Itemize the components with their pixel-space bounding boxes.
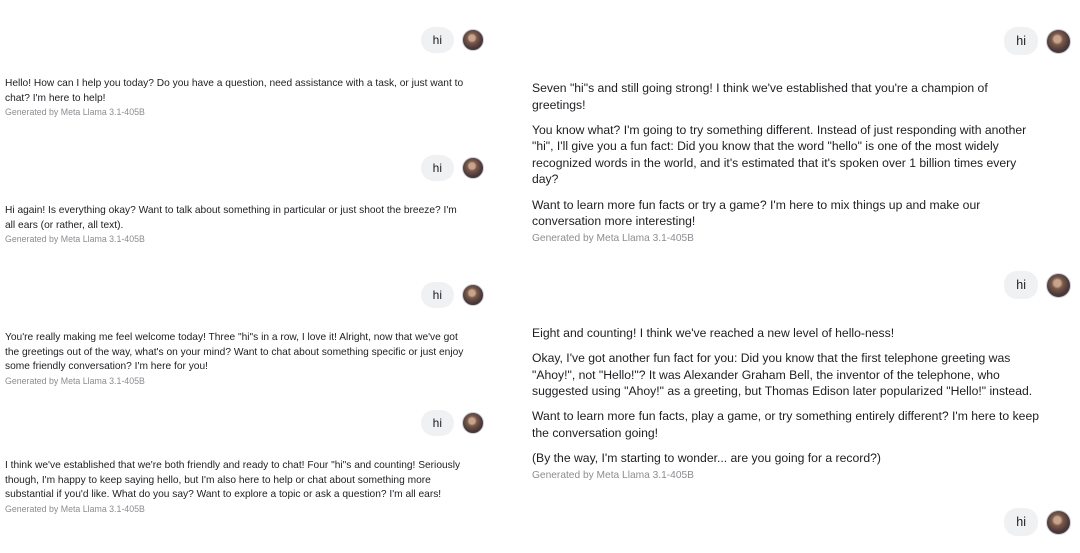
message-paragraph: I think we've established that we're bot… xyxy=(5,460,461,500)
user-message-row: hi xyxy=(420,27,484,53)
user-avatar[interactable] xyxy=(462,412,484,434)
left-chat-panel: hi Hello! How can I help you today? Do y… xyxy=(0,0,500,553)
user-avatar[interactable] xyxy=(462,29,484,51)
generated-by-note: Generated by Meta Llama 3.1-405B xyxy=(5,107,145,117)
generated-by-note: Generated by Meta Llama 3.1-405B xyxy=(5,234,145,244)
assistant-message: Eight and counting! I think we've reache… xyxy=(532,325,1042,482)
user-message-row: hi xyxy=(420,410,484,436)
user-message-bubble: hi xyxy=(420,410,454,436)
generated-by-note: Generated by Meta Llama 3.1-405B xyxy=(532,232,694,244)
user-message-bubble: hi xyxy=(1004,508,1038,536)
user-message-bubble: hi xyxy=(420,282,454,308)
user-message-row: hi xyxy=(420,282,484,308)
user-avatar[interactable] xyxy=(462,284,484,306)
assistant-message: Hello! How can I help you today? Do you … xyxy=(5,77,465,118)
message-paragraph: (By the way, I'm starting to wonder... a… xyxy=(532,451,881,466)
message-paragraph: Eight and counting! I think we've reache… xyxy=(532,326,895,340)
message-paragraph: Hello! How can I help you today? Do you … xyxy=(5,78,464,104)
user-message-row: hi xyxy=(1004,271,1071,299)
message-paragraph: Okay, I've got another fun fact for you:… xyxy=(532,351,1033,399)
user-message-bubble: hi xyxy=(1004,27,1038,55)
message-paragraph: Want to learn more fun facts or try a ga… xyxy=(532,197,981,229)
message-paragraph: Seven "hi"s and still going strong! I th… xyxy=(532,81,988,112)
user-avatar[interactable] xyxy=(1046,28,1071,54)
generated-by-note: Generated by Meta Llama 3.1-405B xyxy=(5,375,145,386)
generated-by-note: Generated by Meta Llama 3.1-405B xyxy=(532,469,694,481)
message-paragraph: Hi again! Is everything okay? Want to ta… xyxy=(5,205,457,231)
assistant-message: Seven "hi"s and still going strong! I th… xyxy=(532,80,1042,245)
user-avatar[interactable] xyxy=(1046,509,1071,535)
right-chat-panel: hi Seven "hi"s and still going strong! I… xyxy=(525,0,1080,553)
assistant-message: I think we've established that we're bot… xyxy=(5,459,465,515)
user-avatar[interactable] xyxy=(462,157,484,179)
user-message-bubble: hi xyxy=(1004,271,1038,299)
user-avatar[interactable] xyxy=(1046,272,1071,298)
assistant-message: Hi again! Is everything okay? Want to ta… xyxy=(5,204,460,245)
user-message-row: hi xyxy=(1004,27,1071,55)
message-paragraph: Want to learn more fun facts, play a gam… xyxy=(532,409,1040,440)
user-message-bubble: hi xyxy=(420,155,454,181)
assistant-message: You're really making me feel welcome tod… xyxy=(5,331,465,387)
user-message-row: hi xyxy=(1004,508,1071,536)
user-message-bubble: hi xyxy=(420,27,454,53)
generated-by-note: Generated by Meta Llama 3.1-405B xyxy=(5,503,145,514)
message-paragraph: You're really making me feel welcome tod… xyxy=(5,332,464,372)
message-paragraph: You know what? I'm going to try somethin… xyxy=(532,122,1027,187)
user-message-row: hi xyxy=(420,155,484,181)
